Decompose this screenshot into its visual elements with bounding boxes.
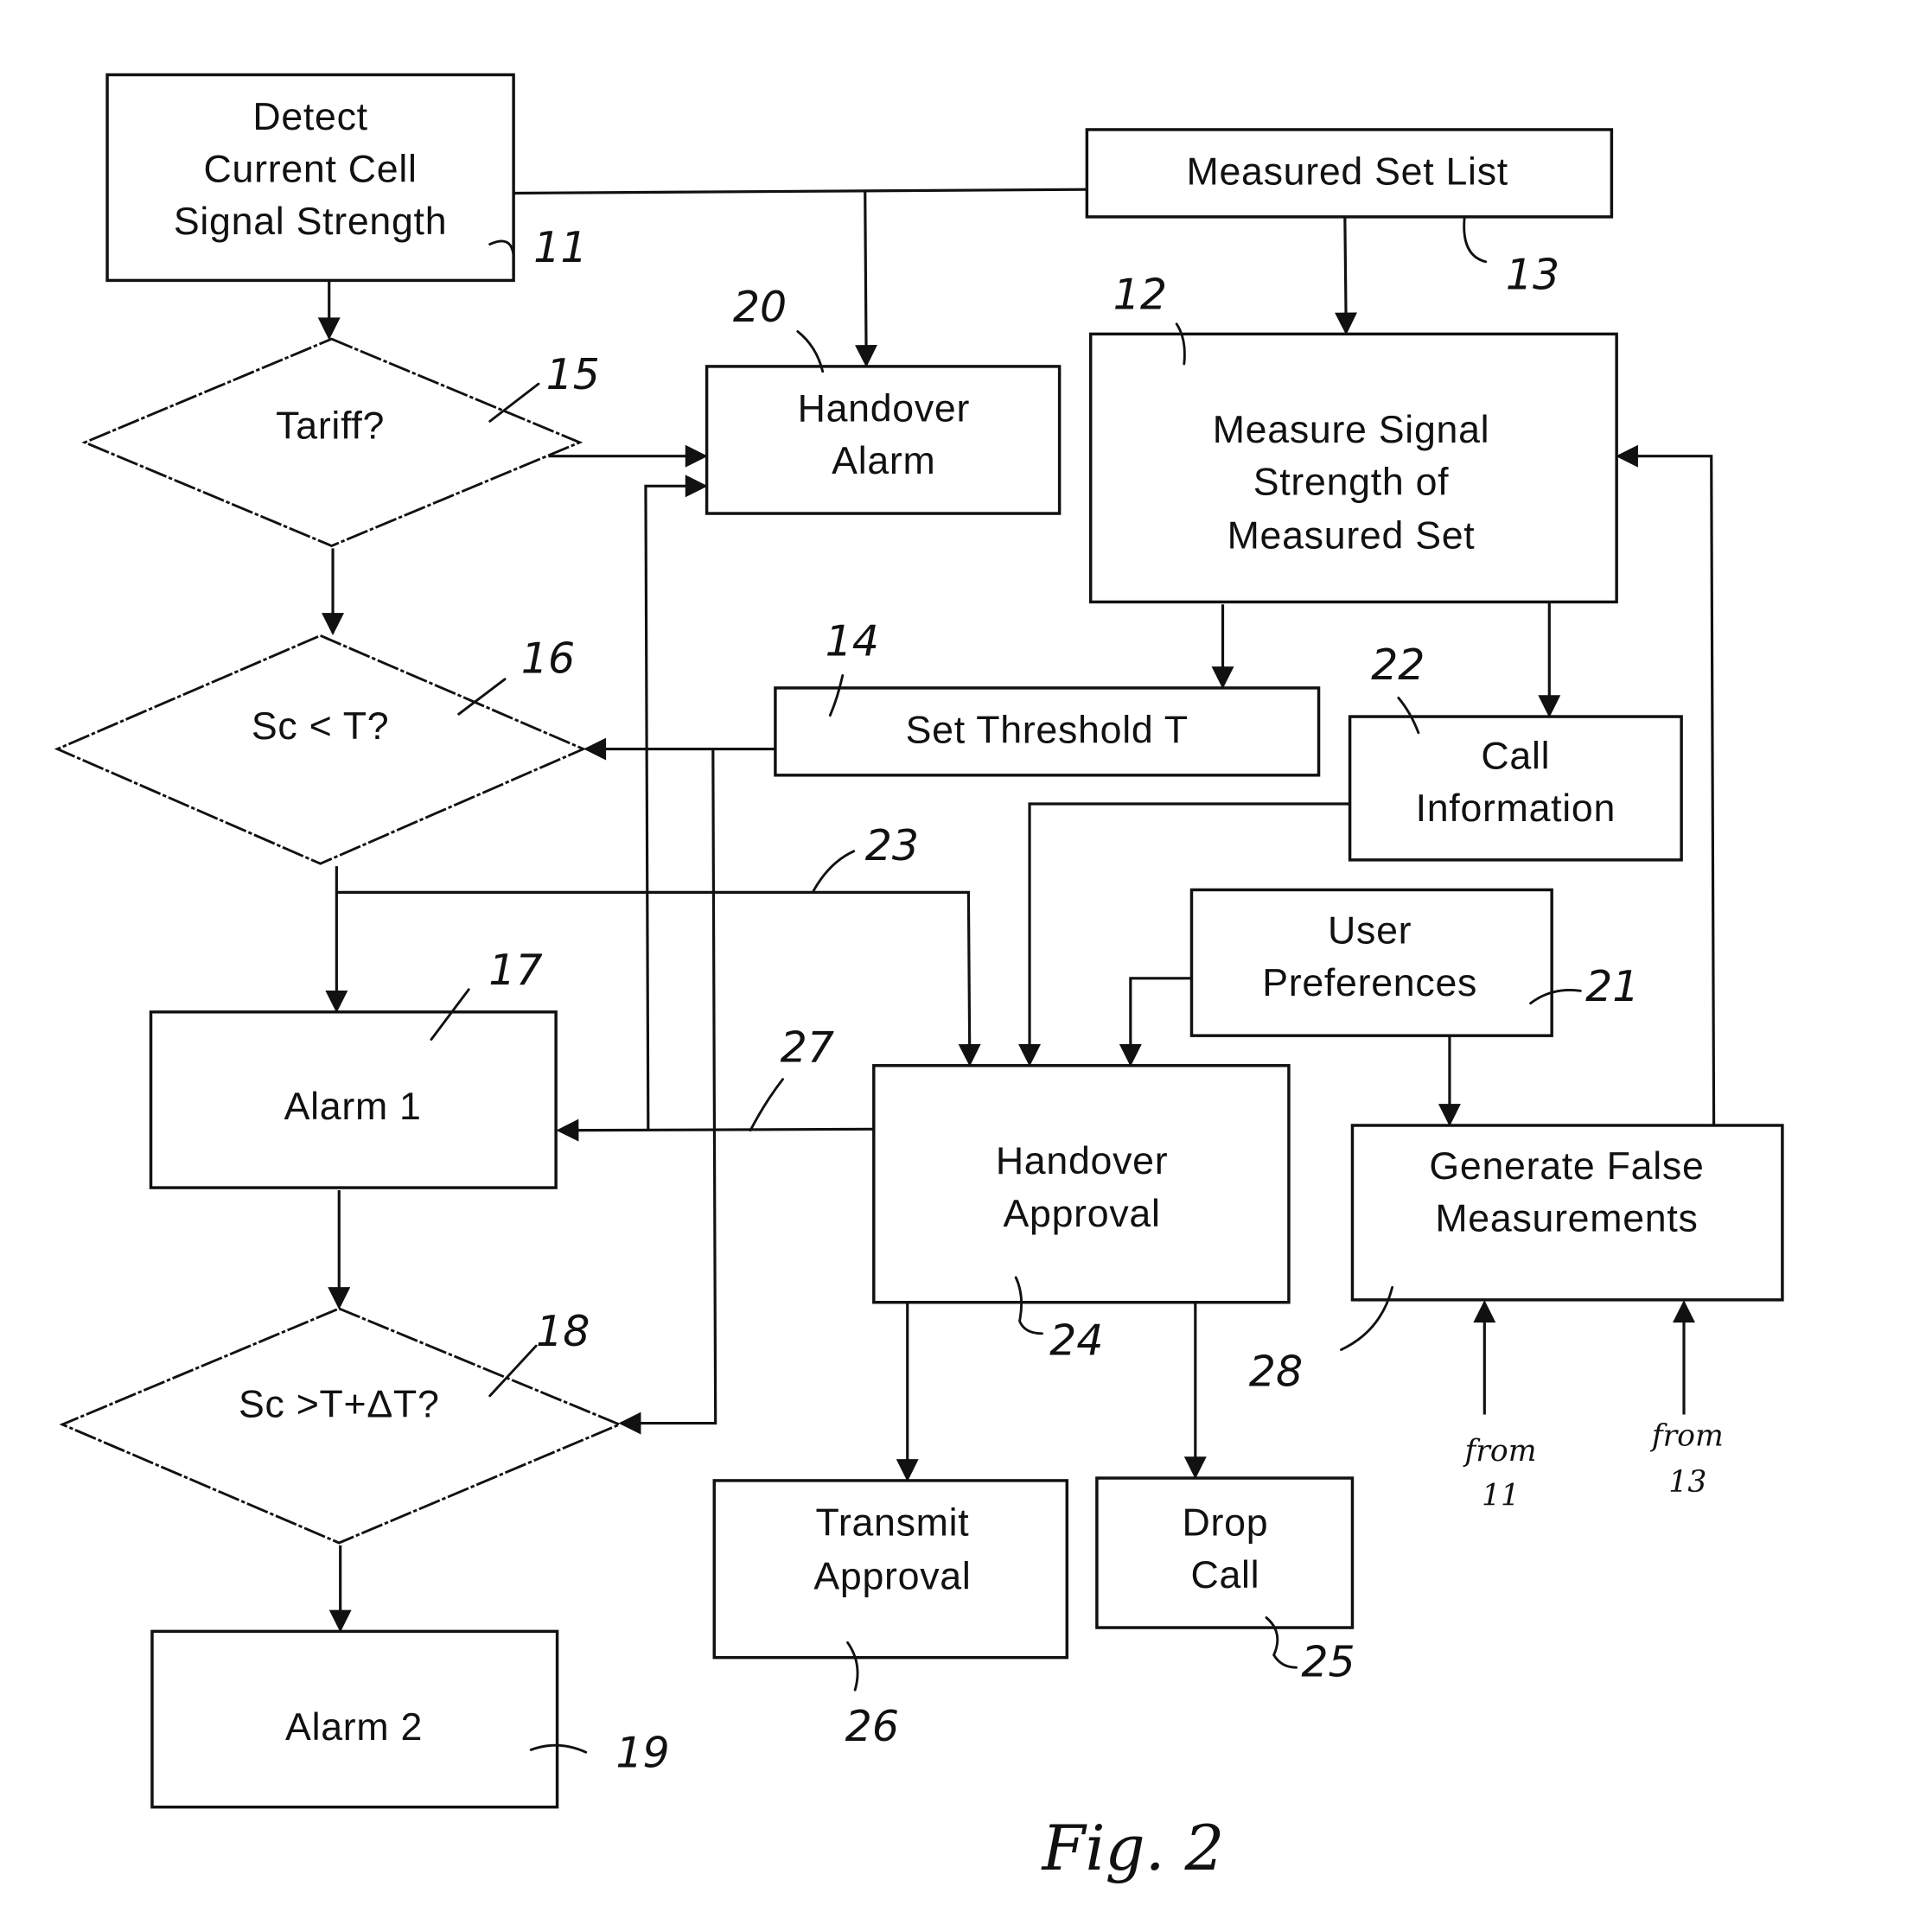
arrow-21-to-24 <box>1119 977 1192 1067</box>
node-22-call-information: Call Information <box>1348 715 1683 862</box>
node-24-handover-approval: Handover Approval <box>872 1064 1291 1304</box>
arrow-24-to-17 <box>556 1118 874 1142</box>
ref-23: 23 <box>865 820 919 870</box>
node-13-line-1: Measured Set List <box>1186 150 1508 193</box>
arrow-13-to-12 <box>1335 216 1357 335</box>
node-16-diamond <box>54 634 587 865</box>
node-12-line-3: Measured Set <box>1227 514 1476 557</box>
node-15-line-1: Tariff? <box>276 405 385 448</box>
ref-17: 17 <box>488 945 542 995</box>
node-11-line-3: Signal Strength <box>174 201 447 243</box>
node-21-user-preferences: User Preferences <box>1189 888 1553 1037</box>
node-16-sc-lt-t-decision: Sc < T? <box>54 634 587 865</box>
node-19-line-1: Alarm 2 <box>285 1706 423 1749</box>
line-11-to-13 <box>513 188 1087 195</box>
from-13-number: 13 <box>1668 1465 1706 1500</box>
node-19-alarm-2: Alarm 2 <box>150 1629 559 1809</box>
node-11-line-2: Current Cell <box>204 149 418 191</box>
node-24-line-1: Handover <box>996 1140 1169 1182</box>
arrow-to-handover-alarm <box>855 190 877 368</box>
ref-19: 19 <box>615 1728 669 1778</box>
flowchart-figure: Detect Current Cell Signal Strength Meas… <box>54 73 1784 1885</box>
figure-caption: Fig. 2 <box>1040 1813 1224 1885</box>
leader-23 <box>811 850 856 894</box>
leader-27 <box>749 1078 784 1132</box>
node-21-line-1: User <box>1328 909 1412 952</box>
ref-14: 14 <box>826 615 879 666</box>
node-26-line-2: Approval <box>813 1555 971 1597</box>
node-12-line-1: Measure Signal <box>1213 409 1490 451</box>
ref-26: 26 <box>845 1701 899 1751</box>
external-input-from-11: from 11 <box>1463 1434 1537 1513</box>
node-24-line-2: Approval <box>1004 1193 1161 1235</box>
ref-15: 15 <box>546 349 600 399</box>
node-28-generate-false-measurements: Generate False Measurements <box>1350 1124 1784 1302</box>
ref-25: 25 <box>1301 1636 1355 1686</box>
node-28-line-2: Measurements <box>1435 1198 1698 1240</box>
node-17-line-1: Alarm 1 <box>284 1086 422 1128</box>
node-26-line-1: Transmit <box>815 1501 969 1544</box>
node-11-detect-signal: Detect Current Cell Signal Strength <box>105 73 515 283</box>
ref-16: 16 <box>521 634 575 684</box>
node-12-line-2: Strength of <box>1253 461 1450 503</box>
ref-18: 18 <box>536 1306 590 1356</box>
node-14-set-threshold: Set Threshold T <box>774 686 1321 777</box>
node-25-line-2: Call <box>1190 1554 1259 1596</box>
arrow-14-to-18 <box>618 749 717 1435</box>
line-27-to-20 <box>644 475 708 1131</box>
from-11-word: from <box>1463 1434 1537 1469</box>
from-13-word: from <box>1649 1419 1724 1454</box>
node-15-tariff-decision: Tariff? <box>81 337 583 548</box>
node-11-line-1: Detect <box>252 96 367 138</box>
node-22-line-1: Call <box>1481 736 1550 778</box>
node-12-measure-signal: Measure Signal Strength of Measured Set <box>1088 332 1618 604</box>
node-26-transmit-approval: Transmit Approval <box>712 1479 1069 1660</box>
node-21-line-2: Preferences <box>1262 962 1477 1004</box>
ref-20: 20 <box>733 282 787 332</box>
ref-27: 27 <box>781 1022 834 1072</box>
node-24-box <box>872 1064 1291 1304</box>
from-11-number: 11 <box>1482 1479 1520 1513</box>
node-14-line-1: Set Threshold T <box>906 709 1189 751</box>
node-18-line-1: Sc >T+ΔT? <box>239 1383 440 1425</box>
node-22-line-2: Information <box>1416 787 1616 830</box>
node-16-line-1: Sc < T? <box>252 705 389 748</box>
ref-21: 21 <box>1585 961 1639 1011</box>
node-20-line-1: Handover <box>798 387 971 430</box>
ref-24: 24 <box>1049 1315 1103 1365</box>
node-25-drop-call: Drop Call <box>1095 1476 1355 1629</box>
ref-22: 22 <box>1371 640 1425 690</box>
leader-13 <box>1463 215 1488 264</box>
external-input-from-13: from 13 <box>1649 1419 1724 1500</box>
node-25-box <box>1095 1476 1355 1629</box>
ref-12: 12 <box>1113 270 1167 320</box>
ref-13: 13 <box>1506 250 1559 300</box>
node-13-measured-set-list: Measured Set List <box>1085 128 1614 219</box>
node-17-alarm-1: Alarm 1 <box>149 1010 558 1189</box>
node-20-handover-alarm: Handover Alarm <box>705 365 1062 515</box>
ref-11: 11 <box>533 222 587 272</box>
node-20-line-2: Alarm <box>832 440 935 482</box>
node-25-line-1: Drop <box>1183 1501 1269 1544</box>
node-28-line-1: Generate False <box>1429 1145 1704 1188</box>
ref-28: 28 <box>1249 1346 1303 1396</box>
